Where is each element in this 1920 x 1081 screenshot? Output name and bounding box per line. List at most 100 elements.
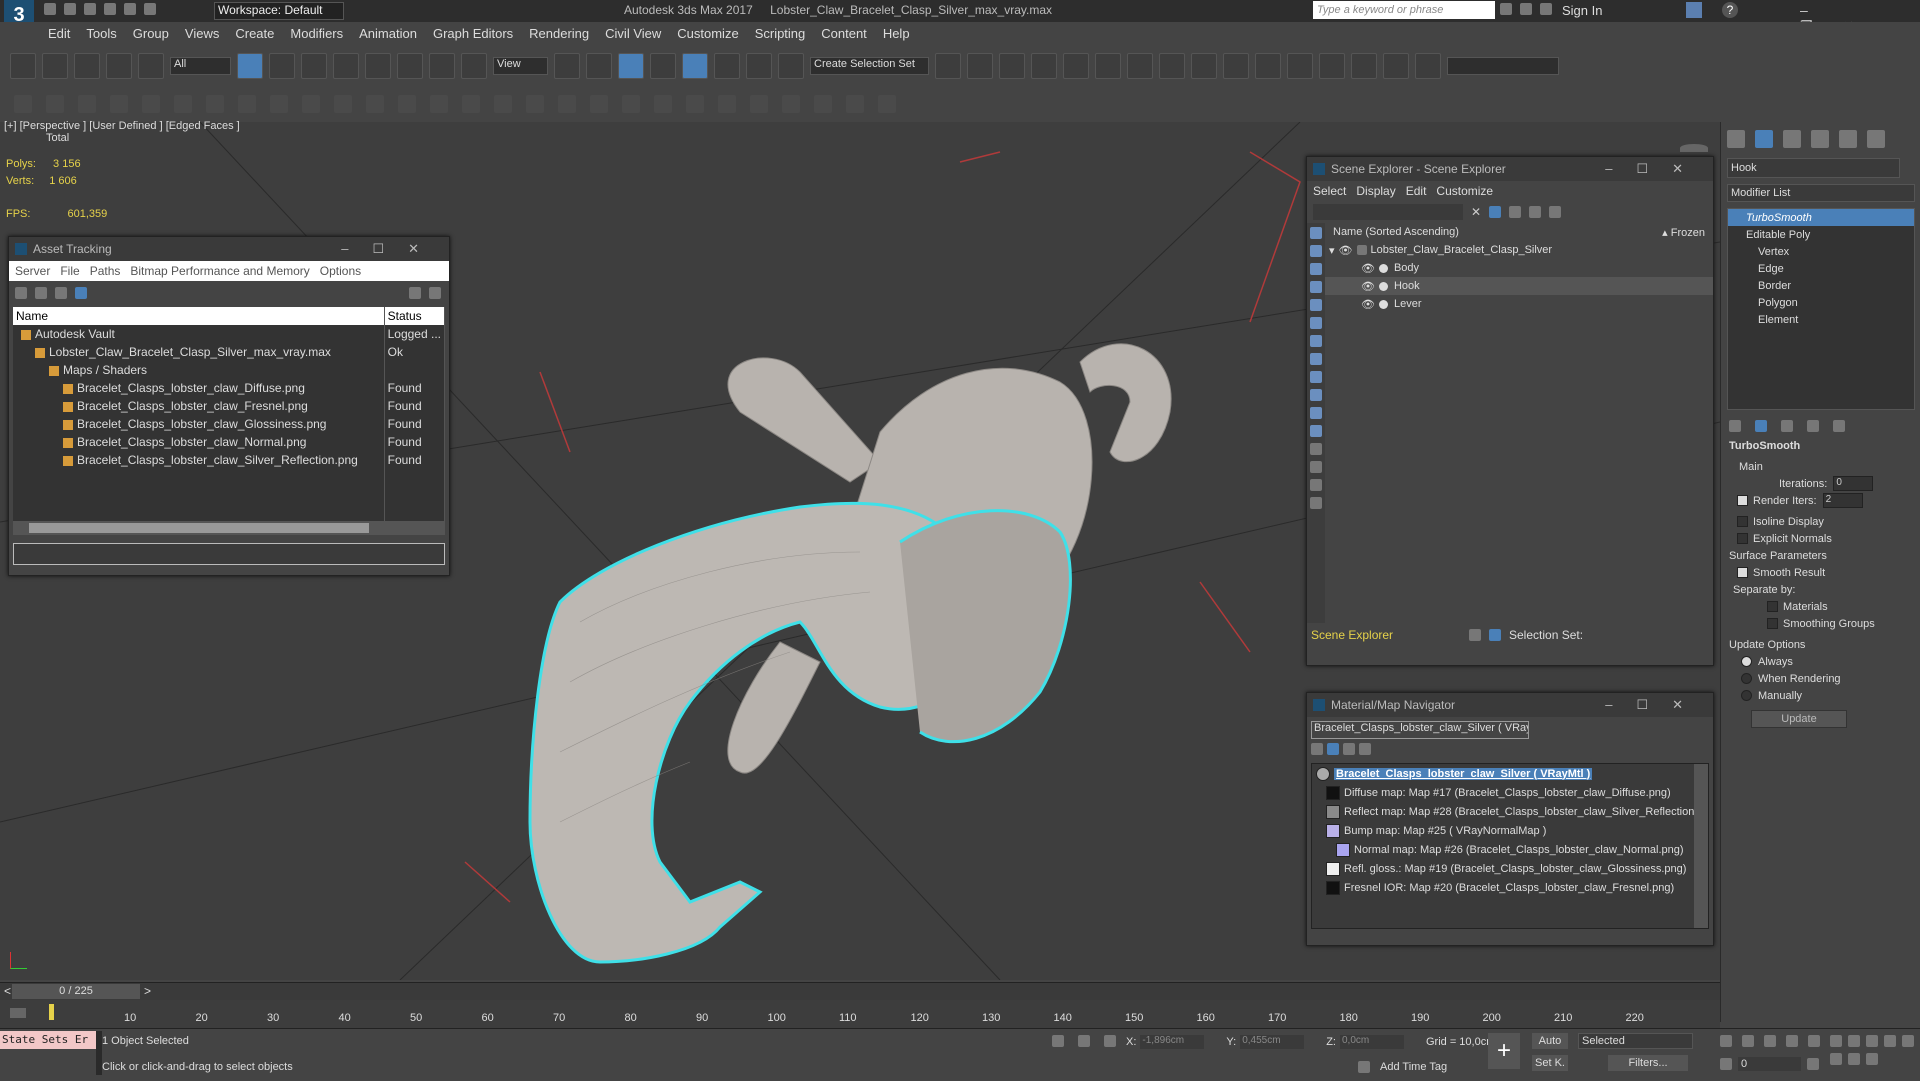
selection-filter-dropdown[interactable]: All bbox=[170, 57, 231, 75]
minimize-icon[interactable]: – bbox=[341, 241, 372, 256]
scale-icon[interactable] bbox=[429, 53, 455, 79]
filter-icon[interactable] bbox=[1489, 206, 1502, 218]
settings-icon[interactable] bbox=[429, 287, 441, 299]
auto-key-button[interactable]: Auto bbox=[1532, 1033, 1568, 1049]
time-slider[interactable]: < 0 / 225 > bbox=[0, 982, 1720, 1001]
maxscript-listener[interactable]: State Sets Er bbox=[0, 1031, 98, 1049]
asset-row[interactable]: Bracelet_Clasps_lobster_claw_Fresnel.png… bbox=[13, 397, 445, 415]
lock-icon[interactable] bbox=[1509, 206, 1522, 218]
eye-icon[interactable]: 👁 bbox=[1339, 244, 1353, 257]
list-view-icon[interactable] bbox=[1311, 743, 1323, 755]
smoothing-groups-checkbox[interactable] bbox=[1767, 618, 1778, 629]
eye-icon[interactable]: 👁 bbox=[1361, 280, 1375, 293]
toolbar2-tool-13-icon[interactable] bbox=[398, 95, 416, 113]
material-map-row[interactable]: Normal map: Map #26 (Bracelet_Clasps_lob… bbox=[1312, 840, 1708, 859]
render-iters-spinner[interactable]: 2 bbox=[1822, 493, 1863, 508]
add-time-tag[interactable]: Add Time Tag bbox=[1380, 1061, 1447, 1073]
remove-modifier-icon[interactable] bbox=[1807, 420, 1819, 432]
asset-row[interactable]: Bracelet_Clasps_lobster_claw_Silver_Refl… bbox=[13, 451, 445, 469]
scene-menu-display[interactable]: Display bbox=[1356, 184, 1395, 198]
menu-tools[interactable]: Tools bbox=[86, 26, 116, 41]
material-map-row[interactable]: Diffuse map: Map #17 (Bracelet_Clasps_lo… bbox=[1312, 783, 1708, 802]
scene-root-row[interactable]: ▾ 👁 Lobster_Claw_Bracelet_Clasp_Silver bbox=[1325, 241, 1713, 259]
toolbar2-tool-15-icon[interactable] bbox=[462, 95, 480, 113]
snaps-toggle-icon[interactable] bbox=[650, 53, 676, 79]
always-radio[interactable] bbox=[1741, 656, 1752, 667]
menu-modifiers[interactable]: Modifiers bbox=[290, 26, 343, 41]
x-coordinate-field[interactable]: -1,896cm bbox=[1140, 1035, 1205, 1049]
maximize-viewport-icon[interactable] bbox=[1866, 1053, 1878, 1065]
sign-in-button[interactable]: Sign In bbox=[1562, 3, 1602, 18]
display-containers-icon[interactable] bbox=[1310, 389, 1322, 401]
project-folder-icon[interactable] bbox=[144, 3, 156, 15]
time-tag-icon[interactable] bbox=[1358, 1061, 1370, 1073]
display-none-icon[interactable] bbox=[1310, 461, 1322, 473]
toolbar2-tool-11-icon[interactable] bbox=[334, 95, 352, 113]
eye-icon[interactable]: 👁 bbox=[1361, 262, 1375, 275]
spinner-snap-icon[interactable] bbox=[746, 53, 772, 79]
toolbar2-tool-14-icon[interactable] bbox=[430, 95, 448, 113]
percent-snap-icon[interactable] bbox=[714, 53, 740, 79]
toolbar2-tool-27-icon[interactable] bbox=[846, 95, 864, 113]
open-file-icon[interactable] bbox=[64, 3, 76, 15]
menu-graph-editors[interactable]: Graph Editors bbox=[433, 26, 513, 41]
minimize-icon[interactable]: – bbox=[1605, 161, 1636, 176]
checkin-icon[interactable] bbox=[55, 287, 67, 299]
toggle-scene-explorer-icon[interactable] bbox=[999, 53, 1025, 79]
asset-menu-file[interactable]: File bbox=[60, 264, 79, 278]
undo-icon[interactable] bbox=[104, 3, 116, 15]
isoline-checkbox[interactable] bbox=[1737, 516, 1748, 527]
toolbar2-tool-18-icon[interactable] bbox=[558, 95, 576, 113]
scene-explorer-footer-label[interactable]: Scene Explorer bbox=[1311, 628, 1461, 642]
help-icon[interactable]: ? bbox=[1722, 2, 1738, 18]
modifier-stack-item-editable-poly[interactable]: Editable Poly bbox=[1728, 226, 1914, 243]
clear-search-icon[interactable]: ✕ bbox=[1471, 205, 1481, 219]
display-lights-icon[interactable] bbox=[1310, 263, 1322, 275]
toolbar2-tool-25-icon[interactable] bbox=[782, 95, 800, 113]
mirror-icon[interactable] bbox=[935, 53, 961, 79]
frame-counter[interactable]: 0 / 225 bbox=[12, 984, 140, 999]
render-setup-icon[interactable] bbox=[1191, 53, 1217, 79]
rectangular-selection-icon[interactable] bbox=[301, 53, 327, 79]
col-status-header[interactable]: Status bbox=[384, 307, 445, 325]
toolbar2-tool-20-icon[interactable] bbox=[622, 95, 640, 113]
asset-row[interactable]: Bracelet_Clasps_lobster_claw_Normal.png F… bbox=[13, 433, 445, 451]
create-tab-icon[interactable] bbox=[1727, 130, 1745, 148]
checkout-icon[interactable] bbox=[35, 287, 47, 299]
close-icon[interactable]: ✕ bbox=[1672, 697, 1707, 712]
toolbar2-tool-22-icon[interactable] bbox=[686, 95, 704, 113]
asset-menu-bitmap-performance-and-memory[interactable]: Bitmap Performance and Memory bbox=[130, 264, 309, 278]
display-tab-icon[interactable] bbox=[1839, 130, 1857, 148]
menu-create[interactable]: Create bbox=[235, 26, 274, 41]
set-key-button-icon[interactable]: + bbox=[1488, 1033, 1520, 1069]
select-by-name-icon[interactable] bbox=[269, 53, 295, 79]
scroll-thumb[interactable] bbox=[29, 523, 369, 533]
toolbar2-tool-24-icon[interactable] bbox=[750, 95, 768, 113]
scene-menu-select[interactable]: Select bbox=[1313, 184, 1346, 198]
create-selection-set-dropdown[interactable]: Create Selection Set bbox=[810, 57, 929, 75]
asset-row[interactable]: Autodesk Vault Logged ... bbox=[13, 325, 445, 343]
favorites-star-icon[interactable] bbox=[1540, 3, 1552, 15]
scene-explorer-titlebar[interactable]: Scene Explorer - Scene Explorer –☐✕ bbox=[1307, 157, 1713, 181]
toolbar2-tool-7-icon[interactable] bbox=[206, 95, 224, 113]
toolbar2-tool-26-icon[interactable] bbox=[814, 95, 832, 113]
layer-explorer-icon[interactable] bbox=[1031, 53, 1057, 79]
keyboard-shortcut-override-icon[interactable] bbox=[618, 53, 644, 79]
display-spacewarps-icon[interactable] bbox=[1310, 317, 1322, 329]
toolbar2-tool-19-icon[interactable] bbox=[590, 95, 608, 113]
material-navigator-titlebar[interactable]: Material/Map Navigator –☐✕ bbox=[1307, 693, 1713, 717]
text-c-icon[interactable] bbox=[1415, 53, 1441, 79]
display-bones-icon[interactable] bbox=[1310, 371, 1322, 383]
rendered-frame-window-icon[interactable] bbox=[1223, 53, 1249, 79]
move-icon[interactable] bbox=[365, 53, 391, 79]
go-to-start-icon[interactable] bbox=[1720, 1035, 1732, 1047]
scene-item-lever[interactable]: 👁 Lever bbox=[1325, 295, 1713, 313]
hierarchy-tab-icon[interactable] bbox=[1783, 130, 1801, 148]
key-filter-dropdown[interactable]: Selected bbox=[1578, 1033, 1693, 1049]
material-tree-scrollbar[interactable] bbox=[1694, 764, 1708, 928]
asset-path-field[interactable] bbox=[13, 543, 445, 565]
minimize-window-icon[interactable]: – bbox=[1800, 2, 1838, 18]
toolbar2-tool-28-icon[interactable] bbox=[878, 95, 896, 113]
asset-row[interactable]: Lobster_Claw_Bracelet_Clasp_Silver_max_v… bbox=[13, 343, 445, 361]
toolbar2-tool-4-icon[interactable] bbox=[110, 95, 128, 113]
